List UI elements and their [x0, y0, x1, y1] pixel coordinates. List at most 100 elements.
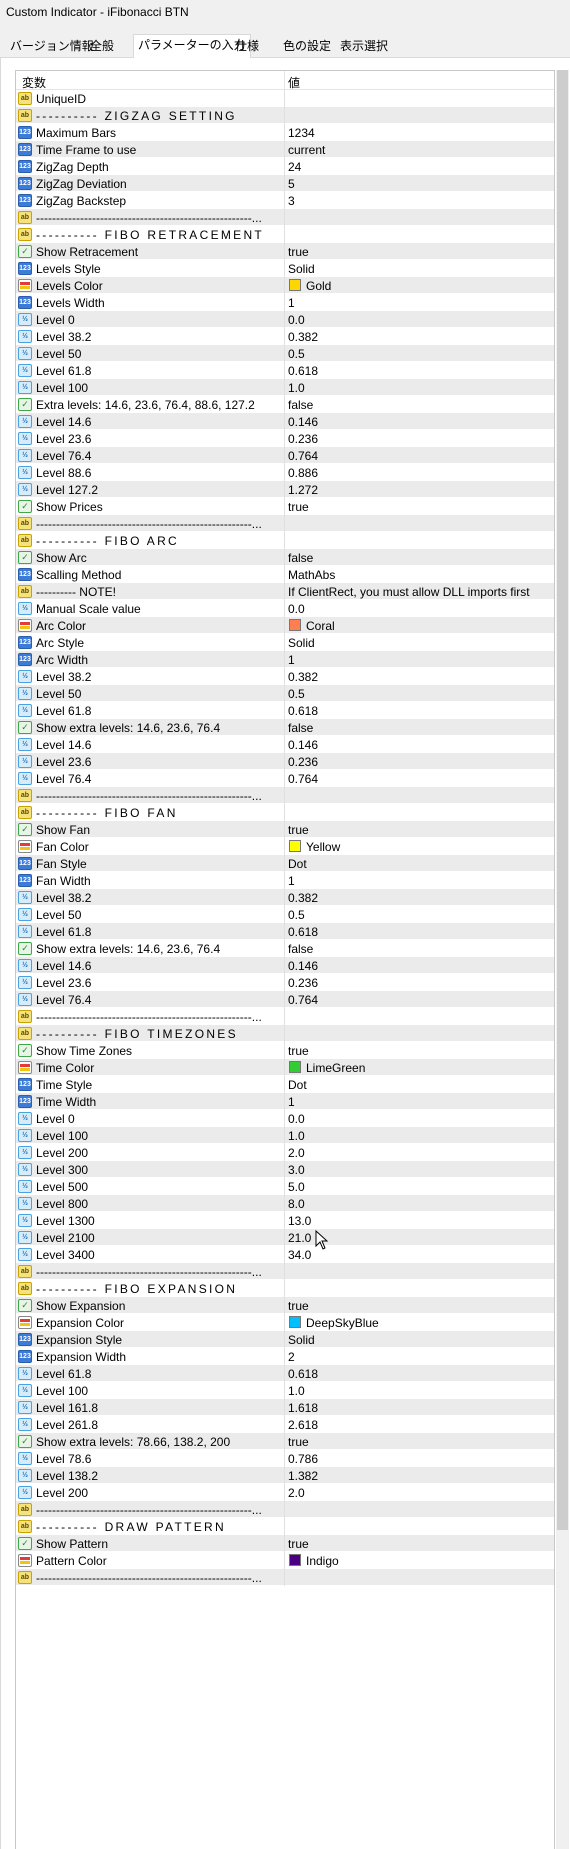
parameter-value[interactable]: Dot: [288, 857, 307, 871]
parameter-row[interactable]: ½ Level 300 3.0: [16, 1161, 554, 1178]
column-divider[interactable]: [284, 71, 285, 90]
parameter-row[interactable]: 123 Levels Style Solid: [16, 260, 554, 277]
parameter-value[interactable]: 2.0: [288, 1486, 305, 1500]
parameter-row[interactable]: ½ Level 61.8 0.618: [16, 1365, 554, 1382]
parameter-row[interactable]: ab ---------- FIBO RETRACEMENT: [16, 226, 554, 243]
parameter-row[interactable]: 123 ZigZag Backstep 3: [16, 192, 554, 209]
parameter-row[interactable]: ½ Level 14.6 0.146: [16, 736, 554, 753]
parameter-row[interactable]: ab ---------- ZIGZAG SETTING: [16, 107, 554, 124]
parameter-row[interactable]: ½ Level 78.6 0.786: [16, 1450, 554, 1467]
parameter-value[interactable]: 0.236: [288, 755, 318, 769]
parameter-value[interactable]: Solid: [288, 1333, 315, 1347]
parameter-value[interactable]: 1.0: [288, 381, 305, 395]
parameter-row[interactable]: 123 Fan Style Dot: [16, 855, 554, 872]
parameter-row[interactable]: ½ Level 61.8 0.618: [16, 923, 554, 940]
parameter-value[interactable]: 0.146: [288, 738, 318, 752]
parameter-row[interactable]: ab ---------- FIBO TIMEZONES: [16, 1025, 554, 1042]
parameter-row[interactable]: ½ Level 800 8.0: [16, 1195, 554, 1212]
parameter-value[interactable]: 0.618: [288, 704, 318, 718]
parameter-row[interactable]: ½ Level 138.2 1.382: [16, 1467, 554, 1484]
parameter-value[interactable]: false: [288, 942, 313, 956]
parameter-row[interactable]: ½ Level 38.2 0.382: [16, 328, 554, 345]
parameter-value[interactable]: 1.382: [288, 1469, 318, 1483]
parameter-row[interactable]: ½ Level 14.6 0.146: [16, 413, 554, 430]
parameter-row[interactable]: 123 ZigZag Depth 24: [16, 158, 554, 175]
parameter-row[interactable]: ½ Level 100 1.0: [16, 1127, 554, 1144]
parameter-row[interactable]: Time Color LimeGreen: [16, 1059, 554, 1076]
parameter-value[interactable]: 0.764: [288, 449, 318, 463]
parameter-row[interactable]: ✓ Show Expansion true: [16, 1297, 554, 1314]
parameter-row[interactable]: 123 Expansion Style Solid: [16, 1331, 554, 1348]
parameter-row[interactable]: ½ Level 161.8 1.618: [16, 1399, 554, 1416]
parameter-value[interactable]: 0.382: [288, 891, 318, 905]
parameter-row[interactable]: ab ---------- FIBO EXPANSION: [16, 1280, 554, 1297]
vertical-scrollbar[interactable]: [556, 70, 569, 1849]
parameter-value[interactable]: 0.0: [288, 313, 305, 327]
parameter-row[interactable]: ½ Level 14.6 0.146: [16, 957, 554, 974]
parameter-row[interactable]: ab ---------- NOTE! If ClientRect, you mus…: [16, 583, 554, 600]
parameter-row[interactable]: ab --------------------------------------…: [16, 1008, 554, 1025]
parameter-value[interactable]: 0.786: [288, 1452, 318, 1466]
parameter-value[interactable]: Coral: [306, 619, 335, 633]
parameter-row[interactable]: ½ Level 76.4 0.764: [16, 770, 554, 787]
parameter-value[interactable]: 0.764: [288, 772, 318, 786]
parameter-value[interactable]: 0.618: [288, 925, 318, 939]
parameter-value[interactable]: LimeGreen: [306, 1061, 365, 1075]
parameter-row[interactable]: ab --------------------------------------…: [16, 1501, 554, 1518]
parameter-value[interactable]: 2.0: [288, 1146, 305, 1160]
parameter-value[interactable]: Yellow: [306, 840, 340, 854]
parameter-value[interactable]: 0.764: [288, 993, 318, 1007]
parameter-row[interactable]: ½ Level 23.6 0.236: [16, 430, 554, 447]
parameter-row[interactable]: ½ Level 127.2 1.272: [16, 481, 554, 498]
tab-general[interactable]: 全般: [86, 36, 118, 58]
parameter-value[interactable]: 0.5: [288, 687, 305, 701]
parameter-row[interactable]: 123 Time Style Dot: [16, 1076, 554, 1093]
parameter-row[interactable]: ½ Level 100 1.0: [16, 1382, 554, 1399]
parameter-value[interactable]: 24: [288, 160, 301, 174]
parameter-value[interactable]: 0.5: [288, 908, 305, 922]
tab-color-settings[interactable]: 色の設定: [279, 36, 335, 58]
parameter-row[interactable]: ✓ Show Prices true: [16, 498, 554, 515]
parameter-row[interactable]: 123 Fan Width 1: [16, 872, 554, 889]
parameter-row[interactable]: ½ Manual Scale value 0.0: [16, 600, 554, 617]
parameter-value[interactable]: 13.0: [288, 1214, 311, 1228]
parameter-value[interactable]: 2: [288, 1350, 295, 1364]
parameter-value[interactable]: 3.0: [288, 1163, 305, 1177]
parameter-row[interactable]: 123 Time Frame to use current: [16, 141, 554, 158]
parameter-row[interactable]: ✓ Show Arc false: [16, 549, 554, 566]
parameter-row[interactable]: ✓ Extra levels: 14.6, 23.6, 76.4, 88.6, 1…: [16, 396, 554, 413]
tab-specification[interactable]: 仕様: [231, 36, 263, 58]
parameter-row[interactable]: Expansion Color DeepSkyBlue: [16, 1314, 554, 1331]
parameter-row[interactable]: ½ Level 50 0.5: [16, 345, 554, 362]
parameter-value[interactable]: 1234: [288, 126, 315, 140]
parameter-row[interactable]: 123 Expansion Width 2: [16, 1348, 554, 1365]
parameter-row[interactable]: ½ Level 100 1.0: [16, 379, 554, 396]
parameter-row[interactable]: ✓ Show extra levels: 14.6, 23.6, 76.4 fals…: [16, 940, 554, 957]
parameter-value[interactable]: Dot: [288, 1078, 307, 1092]
parameter-value[interactable]: 1: [288, 874, 295, 888]
parameter-row[interactable]: ab ---------- FIBO ARC: [16, 532, 554, 549]
parameter-row[interactable]: ab --------------------------------------…: [16, 1569, 554, 1586]
parameter-value[interactable]: true: [288, 245, 309, 259]
parameter-row[interactable]: 123 Arc Width 1: [16, 651, 554, 668]
parameter-value[interactable]: 1.618: [288, 1401, 318, 1415]
parameter-row[interactable]: ✓ Show Fan true: [16, 821, 554, 838]
parameter-row[interactable]: 123 Maximum Bars 1234: [16, 124, 554, 141]
parameter-row[interactable]: ½ Level 200 2.0: [16, 1484, 554, 1501]
parameter-value[interactable]: true: [288, 823, 309, 837]
parameter-value[interactable]: false: [288, 721, 313, 735]
parameter-value[interactable]: 1.0: [288, 1129, 305, 1143]
parameter-row[interactable]: ½ Level 50 0.5: [16, 906, 554, 923]
parameter-row[interactable]: ½ Level 50 0.5: [16, 685, 554, 702]
parameter-row[interactable]: ab --------------------------------------…: [16, 1263, 554, 1280]
parameter-row[interactable]: ½ Level 23.6 0.236: [16, 974, 554, 991]
parameter-row[interactable]: ½ Level 3400 34.0: [16, 1246, 554, 1263]
parameter-value[interactable]: false: [288, 551, 313, 565]
parameter-value[interactable]: current: [288, 143, 325, 157]
parameter-row[interactable]: ✓ Show Retracement true: [16, 243, 554, 260]
parameter-row[interactable]: 123 ZigZag Deviation 5: [16, 175, 554, 192]
parameter-row[interactable]: ½ Level 38.2 0.382: [16, 889, 554, 906]
parameter-row[interactable]: 123 Arc Style Solid: [16, 634, 554, 651]
parameter-value[interactable]: 34.0: [288, 1248, 311, 1262]
parameter-value[interactable]: true: [288, 1537, 309, 1551]
